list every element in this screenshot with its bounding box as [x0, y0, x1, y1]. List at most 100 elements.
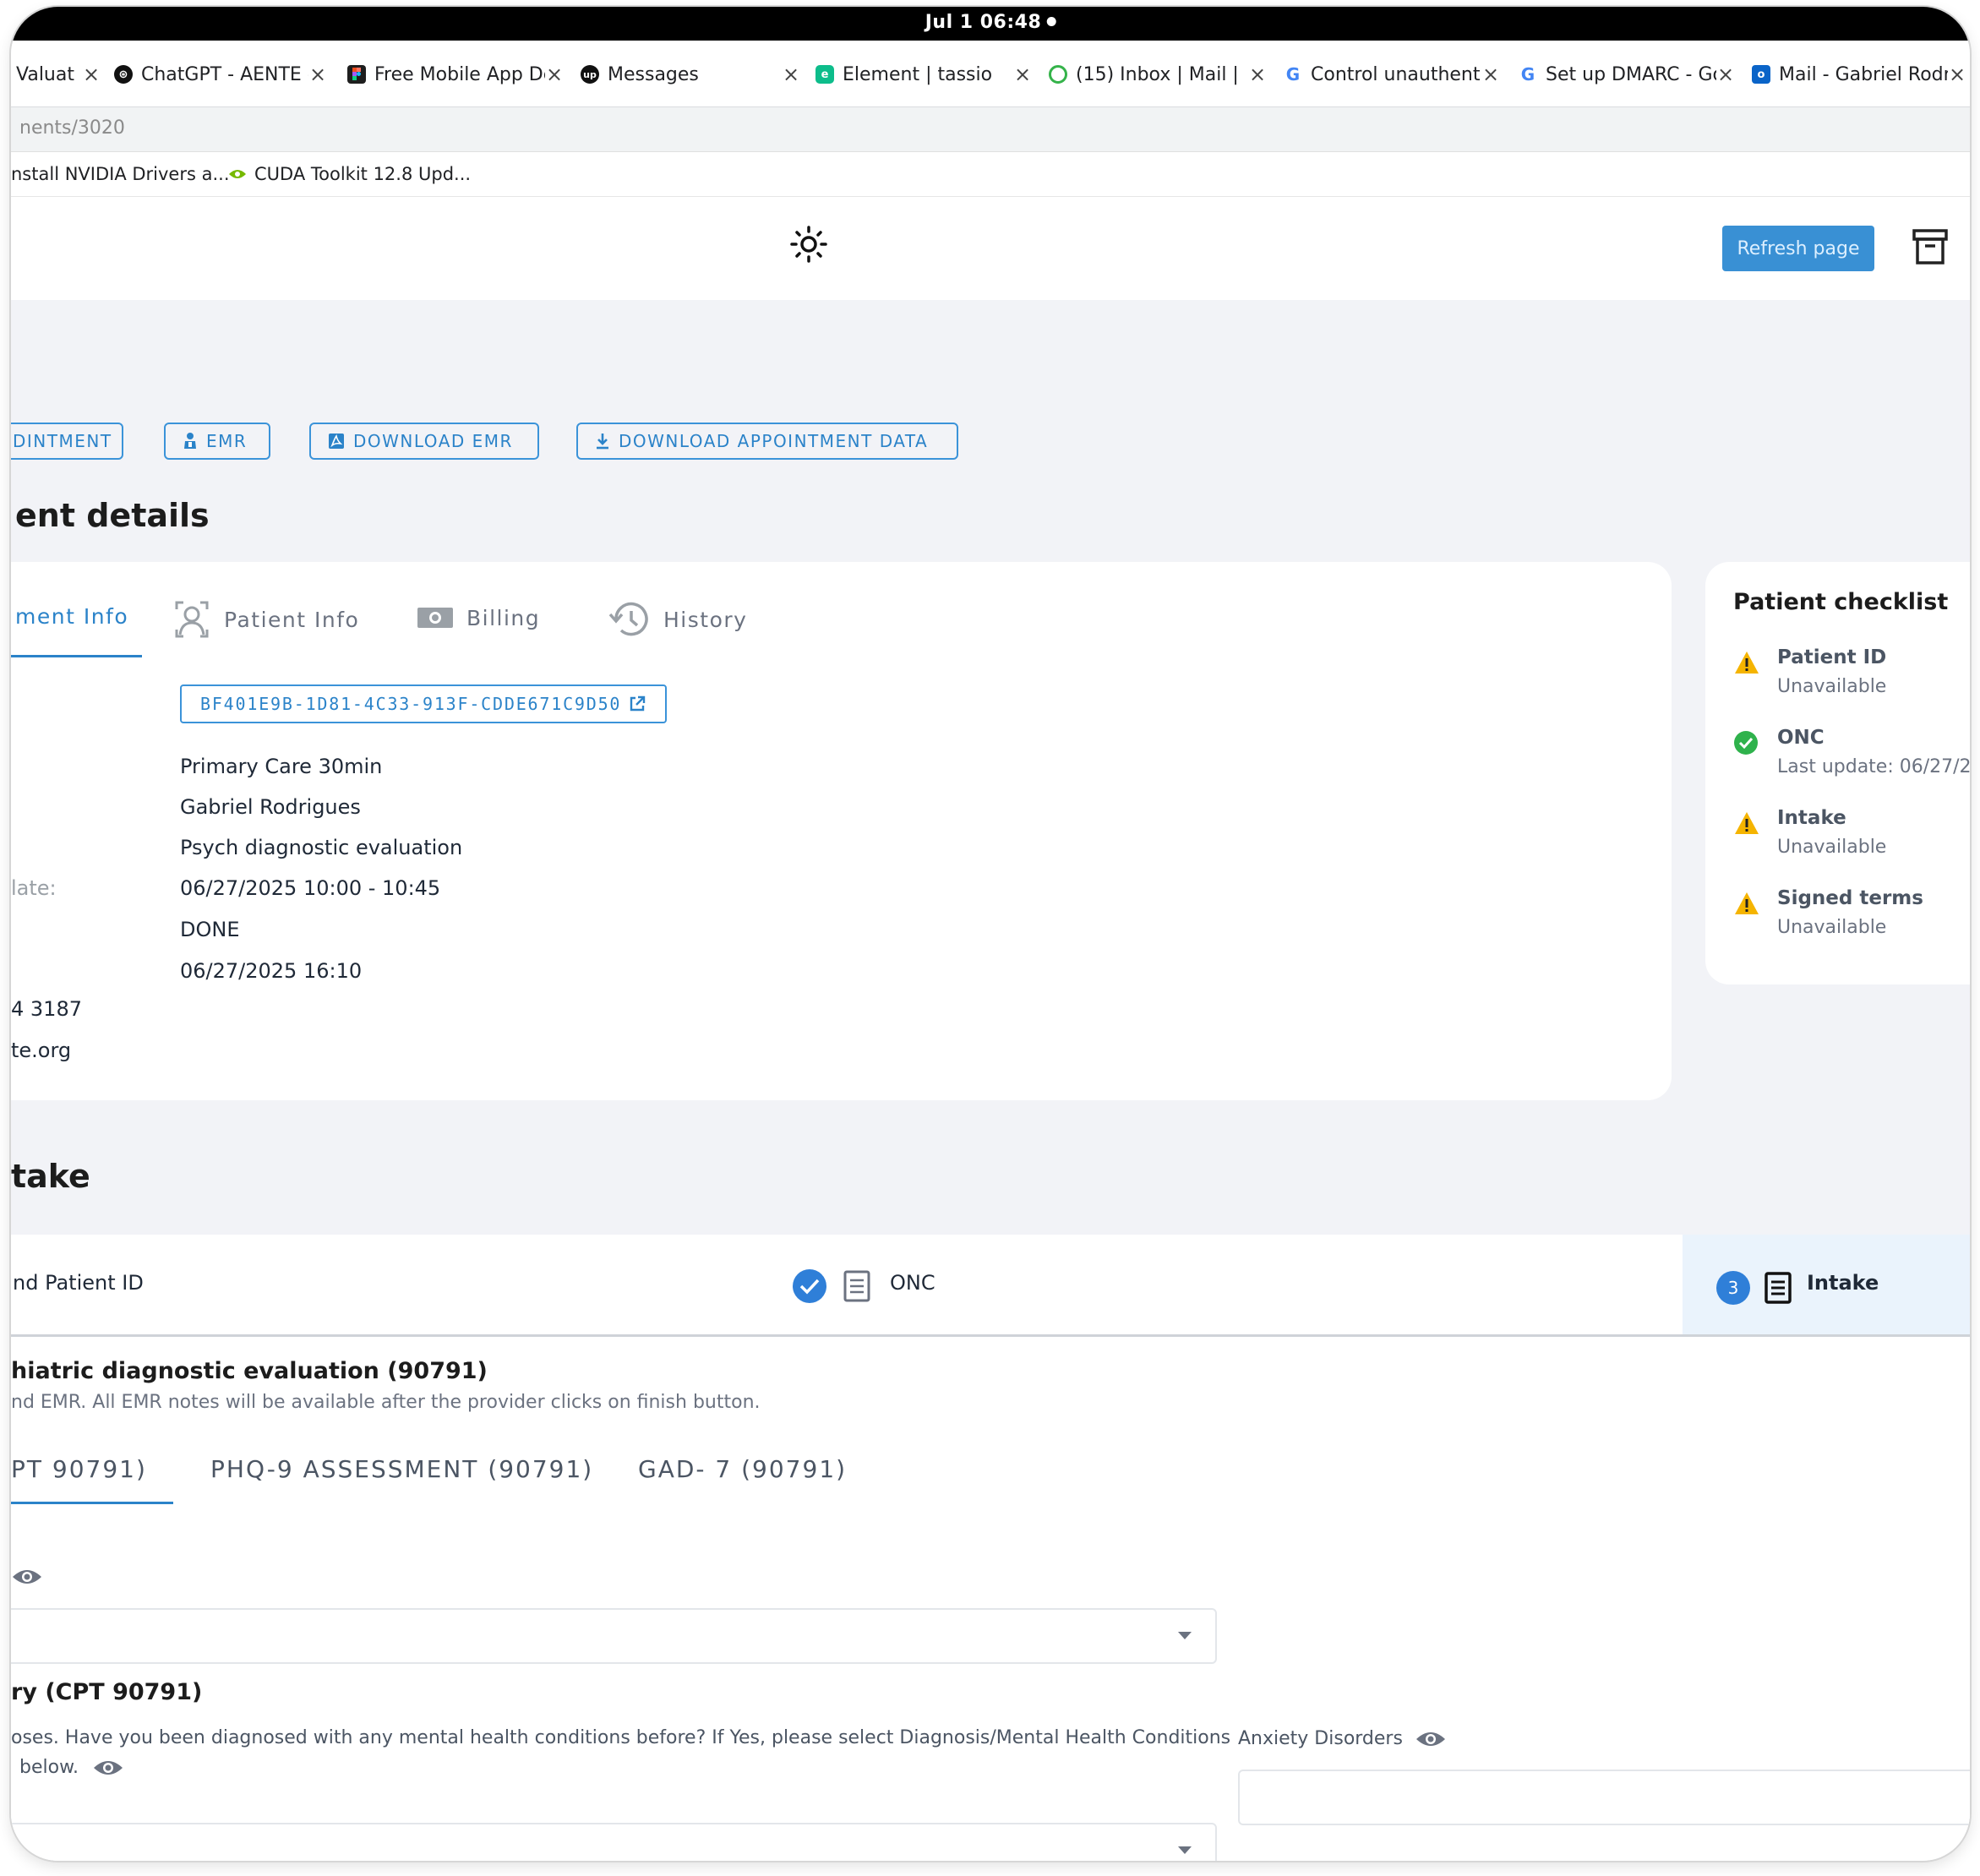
- address-bar[interactable]: nents/3020: [11, 107, 1970, 152]
- provider-value: Gabriel Rodrigues: [180, 795, 361, 819]
- tab-title: Element | tassio: [843, 63, 993, 85]
- document-icon: [1765, 1272, 1792, 1304]
- clock: Jul 1 06:48: [925, 12, 1056, 33]
- mail-ring-icon: [1049, 65, 1067, 84]
- step-number-badge: 3: [1716, 1271, 1750, 1305]
- close-tab-icon[interactable]: ×: [82, 63, 101, 86]
- tab-cpt-90791[interactable]: PT 90791): [11, 1455, 147, 1483]
- eye-icon[interactable]: [92, 1758, 124, 1778]
- browser-tab[interactable]: ⊛ ChatGPT - AENTE - ×: [114, 56, 327, 93]
- nvidia-icon: [229, 170, 246, 178]
- warning-icon: [1735, 892, 1759, 914]
- emr-button-label: EMR: [206, 431, 248, 451]
- appointment-button-label: DINTMENT: [13, 431, 112, 451]
- document-icon: [843, 1270, 870, 1302]
- download-emr-button[interactable]: DOWNLOAD EMR: [309, 423, 539, 460]
- appointment-details-card: ment Info Patient Info Billing History B…: [11, 562, 1672, 1100]
- patient-icon: [175, 601, 209, 638]
- checklist-item-status: Unavailable: [1777, 917, 1887, 938]
- browser-tab[interactable]: e Element | tassio ×: [815, 56, 1032, 93]
- question-text-line1: oses. Have you been diagnosed with any m…: [11, 1727, 1231, 1748]
- browser-tab[interactable]: up Messages ×: [581, 56, 800, 93]
- sun-icon[interactable]: [788, 224, 829, 264]
- phone-value: 4 3187: [11, 997, 82, 1021]
- form-subtitle: nd EMR. All EMR notes will be available …: [11, 1392, 761, 1413]
- browser-tab[interactable]: Free Mobile App De ×: [347, 56, 564, 93]
- refresh-page-button[interactable]: Refresh page: [1722, 226, 1874, 271]
- browser-tab[interactable]: G Control unauthentic ×: [1284, 56, 1500, 93]
- history-icon: [608, 602, 648, 636]
- tab-billing[interactable]: Billing: [416, 604, 540, 631]
- chatgpt-icon: ⊛: [114, 65, 133, 84]
- appointment-id: BF401E9B-1D81-4C33-913F-CDDE671C9D50: [200, 694, 622, 714]
- system-status-bar: Jul 1 06:48: [11, 7, 1970, 41]
- completed-at-value: 06/27/2025 16:10: [180, 959, 363, 983]
- tab-title: Messages: [608, 63, 699, 85]
- archive-icon[interactable]: [1911, 227, 1950, 266]
- dropdown-select[interactable]: [11, 1608, 1217, 1664]
- date-label: late:: [11, 876, 57, 900]
- close-tab-icon[interactable]: ×: [1948, 63, 1966, 86]
- anxiety-label-text: Anxiety Disorders: [1238, 1728, 1403, 1749]
- tab-patient-info[interactable]: Patient Info: [172, 597, 359, 641]
- tab-title: Valuat: [16, 63, 74, 85]
- tab-gad7[interactable]: GAD- 7 (90791): [638, 1455, 847, 1483]
- close-tab-icon[interactable]: ×: [1716, 63, 1735, 86]
- tab-phq9-assessment[interactable]: PHQ-9 ASSESSMENT (90791): [210, 1455, 593, 1483]
- tab-appointment-info[interactable]: ment Info: [15, 604, 128, 629]
- checklist-item-status: Unavailable: [1777, 676, 1887, 697]
- warning-icon: [1735, 652, 1759, 674]
- service-value: Primary Care 30min: [180, 755, 383, 778]
- close-tab-icon[interactable]: ×: [1481, 63, 1500, 86]
- tab-title: (15) Inbox | Mail |: [1076, 63, 1239, 85]
- tab-title: ChatGPT - AENTE -: [141, 63, 314, 85]
- step-patient-id[interactable]: nd Patient ID: [13, 1271, 144, 1295]
- tab-label: Patient Info: [224, 607, 360, 632]
- check-circle-icon: [1734, 731, 1758, 755]
- appointment-id-link[interactable]: BF401E9B-1D81-4C33-913F-CDDE671C9D50: [180, 684, 667, 723]
- browser-tab[interactable]: G Set up DMARC - Go ×: [1519, 56, 1735, 93]
- appointment-button[interactable]: DINTMENT: [11, 423, 123, 460]
- person-icon: [184, 433, 196, 449]
- close-tab-icon[interactable]: ×: [1013, 63, 1032, 86]
- checklist-item-name: Signed terms: [1777, 887, 1923, 909]
- chevron-down-icon: [1178, 1632, 1192, 1639]
- close-tab-icon[interactable]: ×: [308, 63, 327, 86]
- active-tab-indicator: [11, 655, 142, 657]
- step-onc[interactable]: ONC: [890, 1271, 935, 1295]
- app-header: Refresh page: [11, 197, 1970, 300]
- anxiety-disorders-input[interactable]: [1238, 1770, 1970, 1825]
- google-icon: G: [1284, 64, 1302, 85]
- close-tab-icon[interactable]: ×: [1248, 63, 1267, 86]
- email-value: te.org: [11, 1039, 72, 1062]
- bookmark-item[interactable]: nstall NVIDIA Drivers a...: [11, 164, 230, 184]
- section-title: ry (CPT 90791): [11, 1679, 203, 1705]
- tab-title: Set up DMARC - Go: [1546, 63, 1724, 85]
- question-text-line2: below.: [19, 1757, 124, 1778]
- browser-tab[interactable]: Valuat ×: [16, 56, 101, 93]
- bookmarks-bar: nstall NVIDIA Drivers a... CUDA Toolkit …: [11, 152, 1970, 198]
- step-intake[interactable]: Intake: [1807, 1271, 1879, 1295]
- url-text: nents/3020: [19, 117, 125, 139]
- checklist-title: Patient checklist: [1733, 589, 1949, 615]
- eye-icon[interactable]: [11, 1567, 43, 1587]
- checklist-item-status: Unavailable: [1777, 837, 1887, 858]
- download-appointment-data-button[interactable]: DOWNLOAD APPOINTMENT DATA: [576, 423, 958, 460]
- tab-history[interactable]: History: [608, 599, 747, 640]
- download-emr-label: DOWNLOAD EMR: [353, 431, 513, 451]
- bookmark-item[interactable]: CUDA Toolkit 12.8 Upd...: [227, 164, 471, 184]
- device-frame: Jul 1 06:48 Valuat × ⊛ ChatGPT - AENTE -…: [11, 7, 1970, 1861]
- checklist-item-name: Intake: [1777, 807, 1846, 829]
- date-value: 06/27/2025 10:00 - 10:45: [180, 876, 441, 900]
- eye-icon[interactable]: [1415, 1729, 1447, 1749]
- tab-label: Billing: [466, 605, 541, 630]
- emr-button[interactable]: EMR: [164, 423, 270, 460]
- close-tab-icon[interactable]: ×: [545, 63, 564, 86]
- browser-tab[interactable]: o Mail - Gabriel Rodri ×: [1752, 56, 1966, 93]
- close-tab-icon[interactable]: ×: [782, 63, 800, 86]
- billing-icon: [417, 608, 453, 628]
- tab-title: Control unauthentic: [1311, 63, 1496, 85]
- diagnosis-select[interactable]: [11, 1823, 1217, 1861]
- upwork-icon: up: [581, 65, 599, 84]
- browser-tab[interactable]: (15) Inbox | Mail | ×: [1049, 56, 1267, 93]
